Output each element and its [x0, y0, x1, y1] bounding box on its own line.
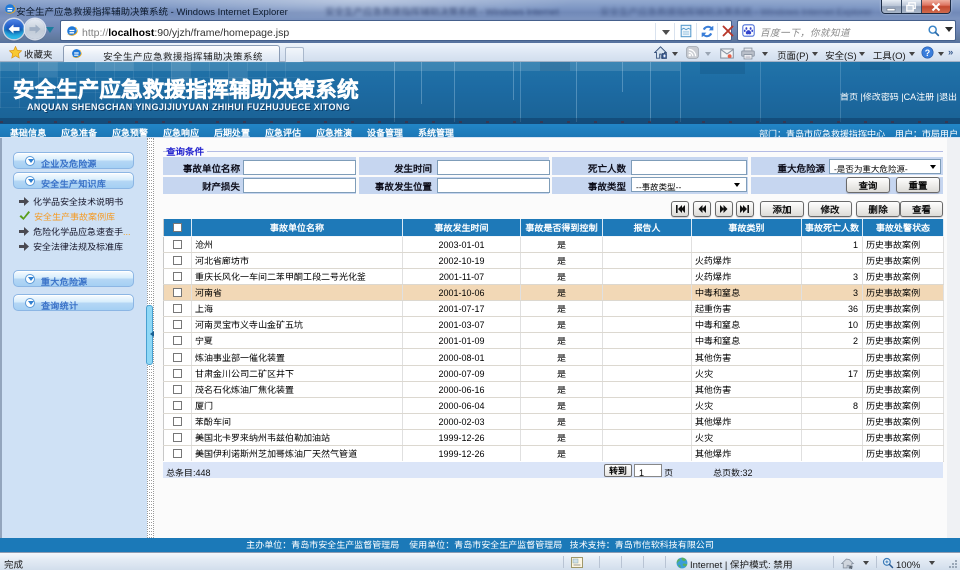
svg-text:?: ?: [925, 48, 930, 58]
